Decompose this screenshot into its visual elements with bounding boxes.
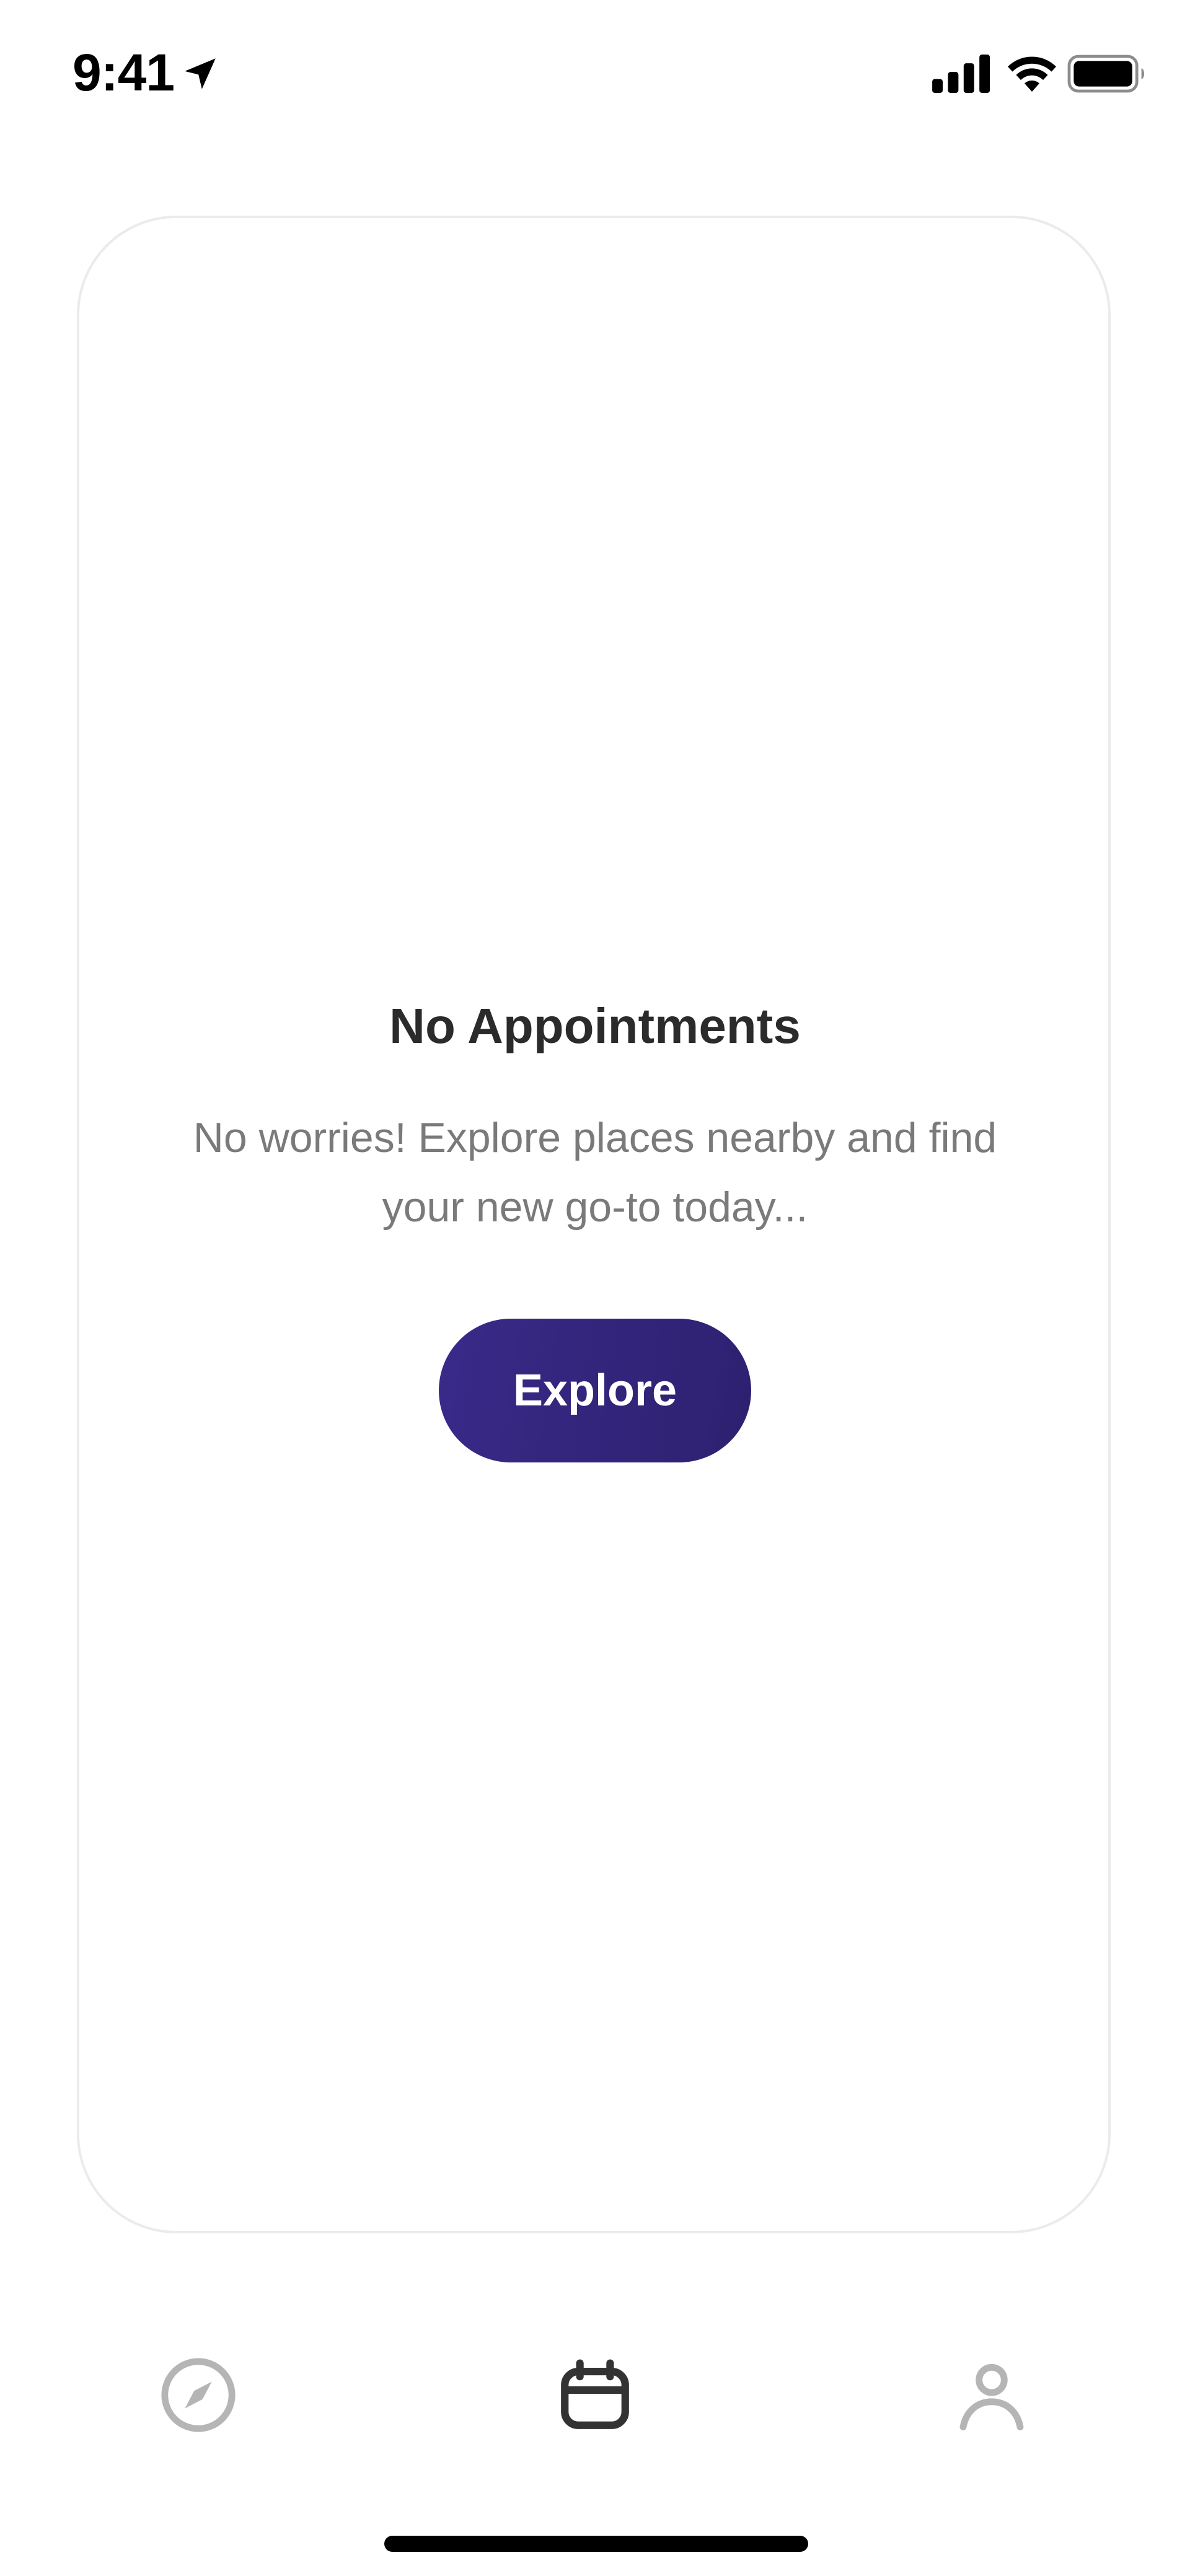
empty-state-message: No worries! Explore places nearby and fi… — [193, 1114, 997, 1231]
tab-profile[interactable] — [793, 2293, 1190, 2497]
appointments-screen: 9:41 No Appointments No worries! Explore… — [0, 0, 1190, 2576]
user-icon — [959, 2363, 1024, 2430]
tab-explore[interactable] — [0, 2293, 397, 2497]
location-arrow-icon — [185, 58, 216, 89]
status-time: 9:41 — [73, 43, 175, 102]
cellular-signal-icon — [932, 55, 990, 93]
wifi-icon — [1008, 56, 1056, 92]
tab-bar — [0, 2293, 1190, 2497]
compass-icon — [161, 2358, 236, 2432]
explore-button[interactable]: Explore — [439, 1319, 751, 1462]
tab-appointments[interactable] — [397, 2293, 793, 2497]
empty-state-title: No Appointments — [389, 998, 801, 1053]
explore-button-label: Explore — [513, 1366, 677, 1415]
battery-icon — [1067, 55, 1145, 93]
calendar-icon — [561, 2359, 629, 2429]
status-bar: 9:41 — [0, 0, 1190, 143]
home-indicator — [384, 2536, 808, 2552]
